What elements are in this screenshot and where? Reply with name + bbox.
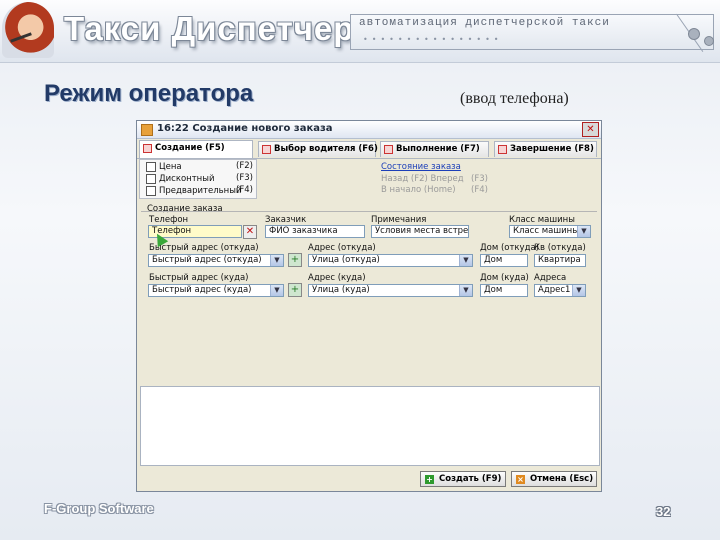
- order-window: 16:22 Создание нового заказа ✕ Создание …: [136, 120, 602, 492]
- create-button[interactable]: + Создать (F9): [420, 471, 506, 487]
- plus-icon: +: [425, 475, 434, 484]
- house-to-label: Дом (куда): [480, 273, 529, 283]
- checkbox-price[interactable]: Цена: [146, 161, 182, 173]
- car-class-select[interactable]: Класс машины ▼: [509, 225, 591, 238]
- close-button[interactable]: ✕: [582, 122, 599, 137]
- header-banner: Такси Диспетчер автоматизация диспетчерс…: [0, 0, 720, 63]
- car-class-value: Класс машины: [513, 226, 579, 236]
- checkbox-square[interactable]: [146, 185, 156, 196]
- divider: [141, 211, 597, 212]
- fast-to-value: Быстрый адрес (куда): [152, 285, 252, 295]
- nav-hotkey: (F3): [471, 174, 488, 184]
- nav-back-forward: Назад (F2) Вперед: [381, 174, 464, 184]
- decorative-dots: ••••••••••••••••: [363, 35, 503, 44]
- tab-label: Создание (F5): [155, 143, 225, 153]
- apt-from-input[interactable]: Квартира: [534, 254, 586, 267]
- phone-label: Телефон: [149, 215, 189, 225]
- chevron-down-icon[interactable]: ▼: [270, 255, 283, 266]
- chevron-down-icon[interactable]: ▼: [577, 226, 590, 237]
- tagline: автоматизация диспетчерской такси: [359, 17, 610, 29]
- chevron-down-icon[interactable]: ▼: [572, 285, 585, 296]
- addr-from-value: Улица (откуда): [312, 255, 380, 265]
- checkbox-label: Цена: [159, 162, 182, 172]
- chevron-down-icon[interactable]: ▼: [459, 285, 472, 296]
- footer-company: F-Group Software: [44, 501, 154, 516]
- headset-mic-icon: [10, 32, 32, 43]
- checkbox-square[interactable]: [146, 173, 156, 184]
- fast-to-label: Быстрый адрес (куда): [149, 273, 249, 283]
- tab-choose-driver[interactable]: Выбор водителя (F6): [258, 141, 378, 157]
- tagline-box: автоматизация диспетчерской такси ••••••…: [350, 14, 714, 50]
- add-address-icon[interactable]: +: [288, 253, 302, 267]
- hotkey-label: (F3): [236, 173, 253, 183]
- slide-title: Режим оператора: [44, 80, 254, 107]
- hotkey-label: (F4): [236, 185, 253, 195]
- checkbox-label: Предварительный: [159, 186, 242, 196]
- checkbox-label: Дисконтный: [159, 174, 215, 184]
- window-icon: [141, 124, 153, 136]
- fast-from-label: Быстрый адрес (откуда): [149, 243, 259, 253]
- house-from-label: Дом (откуда): [480, 243, 539, 253]
- addr2-label: Адреса: [534, 273, 567, 283]
- checkbox-square[interactable]: [146, 161, 156, 172]
- addr-to-value: Улица (куда): [312, 285, 370, 295]
- house-from-input[interactable]: Дом: [480, 254, 528, 267]
- note-label: Примечания: [371, 215, 427, 225]
- window-title: 16:22 Создание нового заказа: [157, 123, 333, 134]
- gear-small-icon: [704, 36, 714, 46]
- tab-finish[interactable]: Завершение (F8): [494, 141, 597, 157]
- car-icon: [384, 145, 393, 154]
- window-titlebar[interactable]: 16:22 Создание нового заказа ✕: [137, 121, 601, 139]
- tab-execution[interactable]: Выполнение (F7): [380, 141, 489, 157]
- tab-label: Выбор водителя (F6): [274, 144, 378, 154]
- tab-label: Выполнение (F7): [396, 144, 480, 154]
- addr-from-select[interactable]: Улица (откуда) ▼: [308, 254, 473, 267]
- fast-to-select[interactable]: Быстрый адрес (куда) ▼: [148, 284, 284, 297]
- checkbox-preliminary[interactable]: Предварительный: [146, 185, 241, 197]
- nav-home: В начало (Home): [381, 185, 456, 195]
- apt-from-label: Кв (откуда): [534, 243, 586, 253]
- house-to-input[interactable]: Дом: [480, 284, 528, 297]
- fast-from-value: Быстрый адрес (откуда): [152, 255, 262, 265]
- checkbox-discount[interactable]: Дисконтный: [146, 173, 214, 185]
- clear-phone-button[interactable]: ✕: [243, 225, 257, 239]
- tab-bar: Создание (F5) Выбор водителя (F6) Выполн…: [137, 139, 601, 159]
- addr-from-label: Адрес (откуда): [308, 243, 376, 253]
- tab-label: Завершение (F8): [510, 144, 594, 154]
- addr-to-label: Адрес (куда): [308, 273, 366, 283]
- cancel-button[interactable]: × Отмена (Esc): [511, 471, 597, 487]
- page-number: 32: [656, 504, 671, 519]
- add-address-icon[interactable]: +: [288, 283, 302, 297]
- note-input[interactable]: Условия места встречи: [371, 225, 469, 238]
- operator-avatar: [2, 2, 54, 58]
- customer-input[interactable]: ФИО заказчика: [265, 225, 365, 238]
- tab-create[interactable]: Создание (F5): [139, 140, 253, 158]
- cancel-button-label: Отмена (Esc): [530, 474, 594, 484]
- fast-from-select[interactable]: Быстрый адрес (откуда) ▼: [148, 254, 284, 267]
- car-class-label: Класс машины: [509, 215, 575, 225]
- gear-icon: [688, 28, 700, 40]
- order-list-area[interactable]: [140, 386, 600, 466]
- addr2-select[interactable]: Адрес1 ▼: [534, 284, 586, 297]
- options-box: Цена (F2) Дисконтный (F3) Предварительны…: [139, 159, 257, 199]
- customer-label: Заказчик: [265, 215, 307, 225]
- slide-subtitle: (ввод телефона): [460, 90, 569, 107]
- group-title: Создание заказа: [147, 204, 223, 214]
- chevron-down-icon[interactable]: ▼: [270, 285, 283, 296]
- car-icon: [498, 145, 507, 154]
- nav-hotkey: (F4): [471, 185, 488, 195]
- order-status-link[interactable]: Состояние заказа: [381, 162, 461, 172]
- addr-to-select[interactable]: Улица (куда) ▼: [308, 284, 473, 297]
- create-button-label: Создать (F9): [439, 474, 502, 484]
- car-icon: [143, 144, 152, 153]
- brand-title: Такси Диспетчер: [64, 10, 355, 47]
- cancel-icon: ×: [516, 475, 525, 484]
- chevron-down-icon[interactable]: ▼: [459, 255, 472, 266]
- addr2-value: Адрес1: [538, 285, 571, 295]
- car-icon: [262, 145, 271, 154]
- hotkey-label: (F2): [236, 161, 253, 171]
